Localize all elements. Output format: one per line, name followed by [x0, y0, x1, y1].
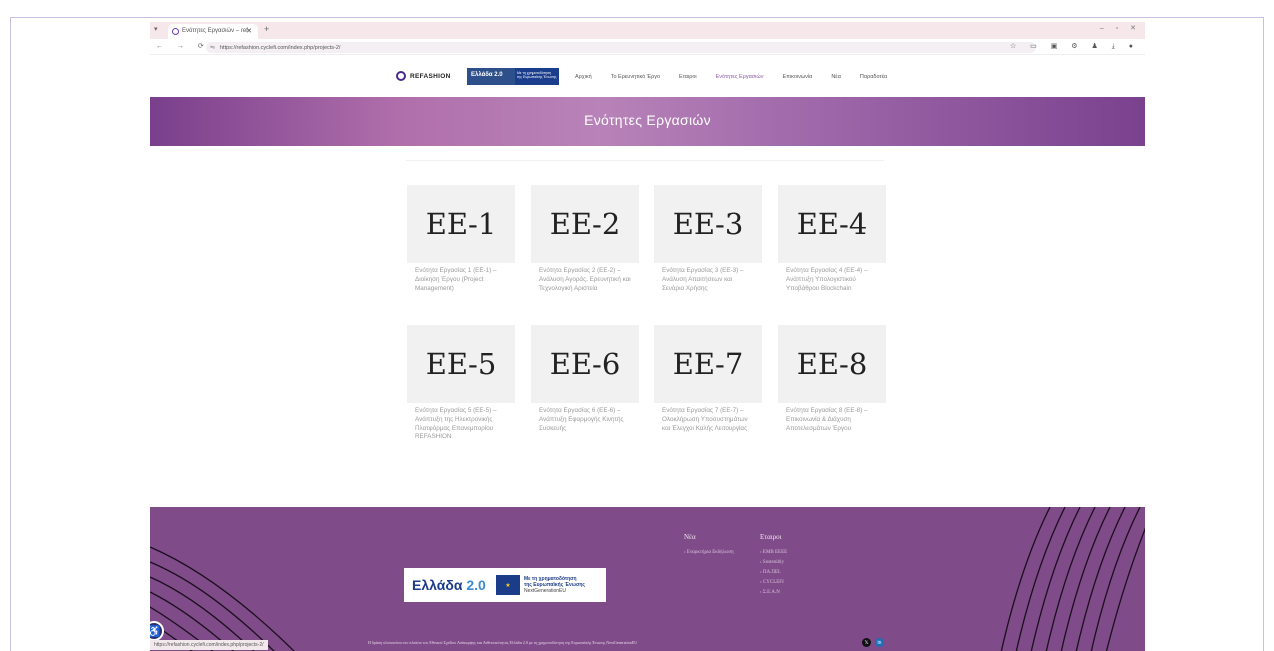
footer-partners-column: Εταιροι › EMB EEEE › Sostenibly › ΠΑ.ΠΕΙ… — [760, 533, 787, 600]
screen: ▾ Ενότητες Εργασιών – ref ✕ + – ▫ ✕ ← → … — [0, 0, 1274, 651]
card-thumbnail: ΕΕ-1 — [407, 185, 515, 263]
linkedin-social-icon[interactable]: in — [875, 638, 884, 647]
extension-icons[interactable]: ☆ ▭ ▣ ⚙ ♟ ⤓ ● — [1010, 42, 1139, 51]
footer-news-column: Νέα › Εναρκτήρια Εκδήλωση — [684, 533, 734, 560]
frame-border — [1263, 17, 1264, 651]
work-package-card[interactable]: ΕΕ-7 Ενότητα Εργασίας 7 (ΕΕ-7) – Ολοκλήρ… — [654, 325, 762, 434]
site-settings-icon[interactable]: ⇋ — [210, 44, 215, 51]
card-description: Ενότητα Εργασίας 5 (ΕΕ-5) – Ανάπτυξη της… — [415, 407, 497, 441]
partner-link[interactable]: › ΠΑ.ΠΕΙ. — [760, 570, 787, 575]
browser-window: ▾ Ενότητες Εργασιών – ref ✕ + – ▫ ✕ ← → … — [150, 22, 1145, 651]
menu-item-deliverables[interactable]: Παραδοτέα — [860, 74, 887, 80]
site-logo[interactable]: REFASHION — [396, 71, 451, 81]
status-bar-url: https://refashion.cyclefi.com/index.php/… — [150, 640, 268, 650]
site-footer: Ελλάδα 2.0 ★ Με τη χρηματοδότηση της Ευρ… — [150, 507, 1145, 651]
card-description: Ενότητα Εργασίας 1 (ΕΕ-1) – Διοίκηση Έργ… — [415, 267, 497, 292]
site-header: REFASHION Ελλάδα 2.0 Με τη χρηματοδότηση… — [150, 55, 1145, 97]
menu-item-contact[interactable]: Επικοινωνία — [782, 74, 812, 80]
menu-item-partners[interactable]: Εταιροι — [679, 74, 697, 80]
eu-flag-icon: ★ — [496, 575, 520, 595]
ellada-number: 2.0 — [466, 577, 486, 593]
partner-link[interactable]: › Sostenibly — [760, 560, 787, 565]
ellada-banner-small: Ελλάδα 2.0 Με τη χρηματοδότηση της Ευρωπ… — [467, 68, 559, 85]
card-thumbnail: ΕΕ-2 — [531, 185, 639, 263]
work-package-card[interactable]: ΕΕ-8 Ενότητα Εργασίας 8 (ΕΕ-8) – Επικοιν… — [778, 325, 886, 434]
menu-item-work-packages[interactable]: Ενότητες Εργασιών — [716, 74, 764, 80]
close-tab-icon[interactable]: ✕ — [246, 27, 252, 35]
work-package-card[interactable]: ΕΕ-1 Ενότητα Εργασίας 1 (ΕΕ-1) – Διοίκησ… — [407, 185, 515, 294]
card-description: Ενότητα Εργασίας 8 (ΕΕ-8) – Επικοινωνία … — [786, 407, 868, 432]
eu-line3: NextGenerationEU — [524, 588, 566, 594]
page-title: Ενότητες Εργασιών — [584, 112, 711, 128]
window-controls[interactable]: – ▫ ✕ — [1100, 24, 1141, 32]
work-package-card[interactable]: ΕΕ-2 Ενότητα Εργασίας 2 (ΕΕ-2) – Ανάλυση… — [531, 185, 639, 294]
divider — [406, 160, 884, 161]
footer-decor-lines — [150, 507, 1145, 651]
work-package-card[interactable]: ΕΕ-6 Ενότητα Εργασίας 6 (ΕΕ-6) – Ανάπτυξ… — [531, 325, 639, 434]
footer-news-link[interactable]: › Εναρκτήρια Εκδήλωση — [684, 550, 734, 555]
browser-tab[interactable]: Ενότητες Εργασιών – ref ✕ — [168, 24, 258, 39]
address-bar-row: ← → ⟳ ⌂ ⇋ https://refashion.cyclefi.com/… — [150, 39, 1145, 55]
menu-item-home[interactable]: Αρχική — [575, 74, 592, 80]
ellada-eu-logo: Ελλάδα 2.0 ★ Με τη χρηματοδότηση της Ευρ… — [404, 568, 606, 602]
menu-item-news[interactable]: Νέα — [831, 74, 841, 80]
footer-bottom-bar: Η δράση υλοποιείται στο πλαίσιο του Εθνι… — [150, 638, 1145, 651]
x-social-icon[interactable]: 𝕏 — [862, 638, 871, 647]
card-description: Ενότητα Εργασίας 4 (ΕΕ-4) – Ανάπτυξη Υπο… — [786, 267, 868, 292]
logo-ring-icon — [396, 71, 406, 81]
card-thumbnail: ΕΕ-5 — [407, 325, 515, 403]
work-package-card[interactable]: ΕΕ-5 Ενότητα Εργασίας 5 (ΕΕ-5) – Ανάπτυξ… — [407, 325, 515, 443]
web-page: REFASHION Ελλάδα 2.0 Με τη χρηματοδότηση… — [150, 55, 1145, 651]
card-description: Ενότητα Εργασίας 2 (ΕΕ-2) – Ανάλυση Αγορ… — [539, 267, 631, 292]
new-tab-icon[interactable]: + — [264, 24, 269, 34]
site-favicon-icon — [172, 28, 179, 35]
card-thumbnail: ΕΕ-8 — [778, 325, 886, 403]
url-text: https://refashion.cyclefi.com/index.php/… — [220, 45, 341, 51]
funding-note: Η δράση υλοποιείται στο πλαίσιο του Εθνι… — [368, 640, 638, 645]
work-package-card[interactable]: ΕΕ-4 Ενότητα Εργασίας 4 (ΕΕ-4) – Ανάπτυξ… — [778, 185, 886, 294]
work-package-card[interactable]: ΕΕ-3 Ενότητα Εργασίας 3 (ΕΕ-3) – Ανάλυση… — [654, 185, 762, 294]
logo-text: REFASHION — [410, 72, 451, 80]
eu-funding-text: Με τη χρηματοδότηση της Ευρωπαϊκής Ένωση… — [520, 576, 585, 594]
card-description: Ενότητα Εργασίας 3 (ΕΕ-3) – Ανάλυση Απαι… — [662, 267, 744, 292]
card-thumbnail: ΕΕ-7 — [654, 325, 762, 403]
card-thumbnail: ΕΕ-6 — [531, 325, 639, 403]
partner-link[interactable]: › Σ.Ε.Α.Ν — [760, 590, 787, 595]
card-description: Ενότητα Εργασίας 7 (ΕΕ-7) – Ολοκλήρωση Υ… — [662, 407, 748, 432]
ellada-word: Ελλάδα — [412, 577, 463, 593]
card-thumbnail: ΕΕ-4 — [778, 185, 886, 263]
url-field[interactable]: ⇋ https://refashion.cyclefi.com/index.ph… — [206, 42, 1036, 53]
card-thumbnail: ΕΕ-3 — [654, 185, 762, 263]
partner-link[interactable]: › EMB EEEE — [760, 550, 787, 555]
hero-banner: Ενότητες Εργασιών — [150, 97, 1145, 146]
menu-item-project[interactable]: Το Ερευνητικό Έργο — [611, 74, 660, 80]
ellada-small-label: Ελλάδα 2.0 — [467, 68, 515, 85]
tab-list-chevron-icon[interactable]: ▾ — [154, 25, 158, 33]
footer-partners-title: Εταιροι — [760, 533, 782, 541]
ellada-small-sub: Με τη χρηματοδότηση της Ευρωπαϊκής Ένωση… — [515, 68, 559, 85]
main-menu: Αρχική Το Ερευνητικό Έργο Εταιροι Ενότητ… — [575, 74, 906, 80]
frame-border — [10, 17, 11, 651]
frame-border — [10, 17, 1264, 18]
tab-bar: ▾ Ενότητες Εργασιών – ref ✕ + – ▫ ✕ — [150, 22, 1145, 39]
card-description: Ενότητα Εργασίας 6 (ΕΕ-6) – Ανάπτυξη Εφα… — [539, 407, 624, 432]
tab-title: Ενότητες Εργασιών – ref — [182, 28, 248, 34]
ellada-logo-text: Ελλάδα 2.0 — [404, 577, 490, 593]
partner-link[interactable]: › CYCLEFI — [760, 580, 787, 585]
footer-news-title: Νέα — [684, 533, 696, 541]
